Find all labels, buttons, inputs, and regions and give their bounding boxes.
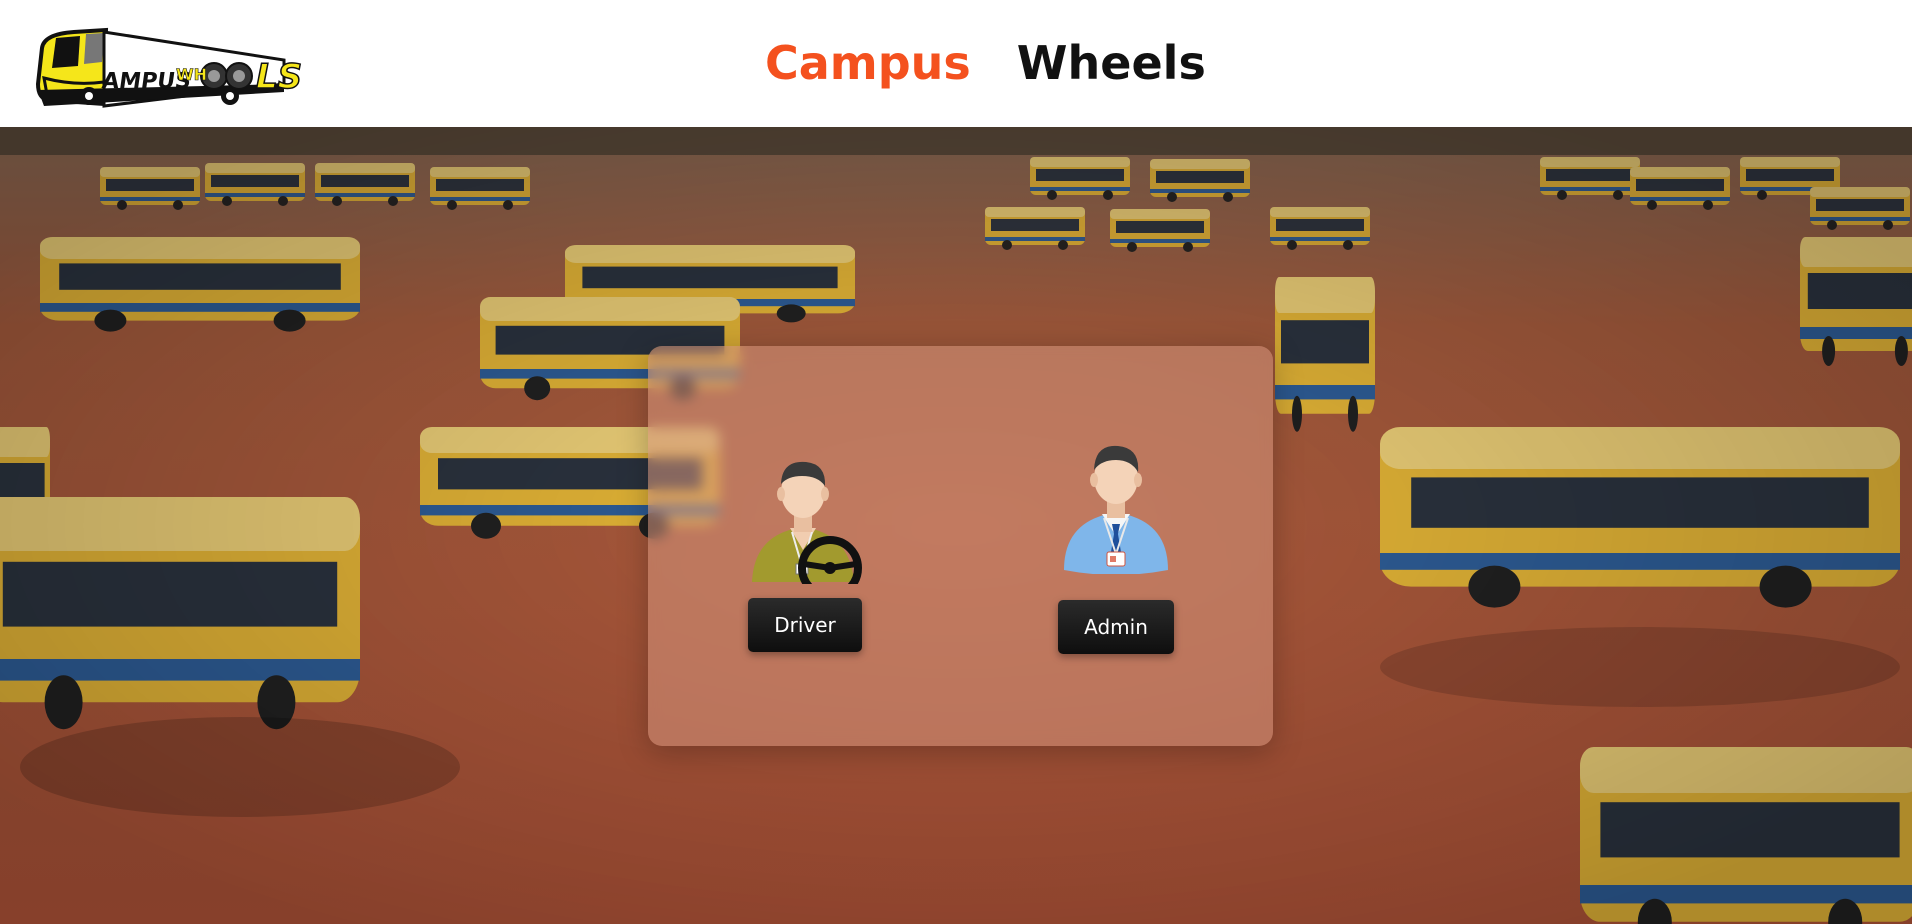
role-selection-card: Driver Admin xyxy=(648,346,1273,746)
driver-role: Driver xyxy=(746,454,864,652)
svg-text:WH: WH xyxy=(176,65,207,84)
svg-text:LS: LS xyxy=(256,57,302,97)
app-title: Campus Wheels xyxy=(765,33,1206,93)
driver-with-steering-wheel-icon[interactable] xyxy=(746,454,864,584)
title-wheels: Wheels xyxy=(1016,36,1206,90)
admin-with-id-badge-icon[interactable] xyxy=(1056,440,1176,574)
top-header: AMPUS WH LS Campus Wheels xyxy=(0,0,1912,127)
admin-button[interactable]: Admin xyxy=(1058,600,1174,654)
campus-wheels-logo[interactable]: AMPUS WH LS xyxy=(34,26,306,116)
driver-button[interactable]: Driver xyxy=(748,598,862,652)
admin-role: Admin xyxy=(1056,440,1176,654)
bus-logo-icon: AMPUS WH LS xyxy=(35,27,303,108)
title-campus: Campus xyxy=(765,36,971,90)
